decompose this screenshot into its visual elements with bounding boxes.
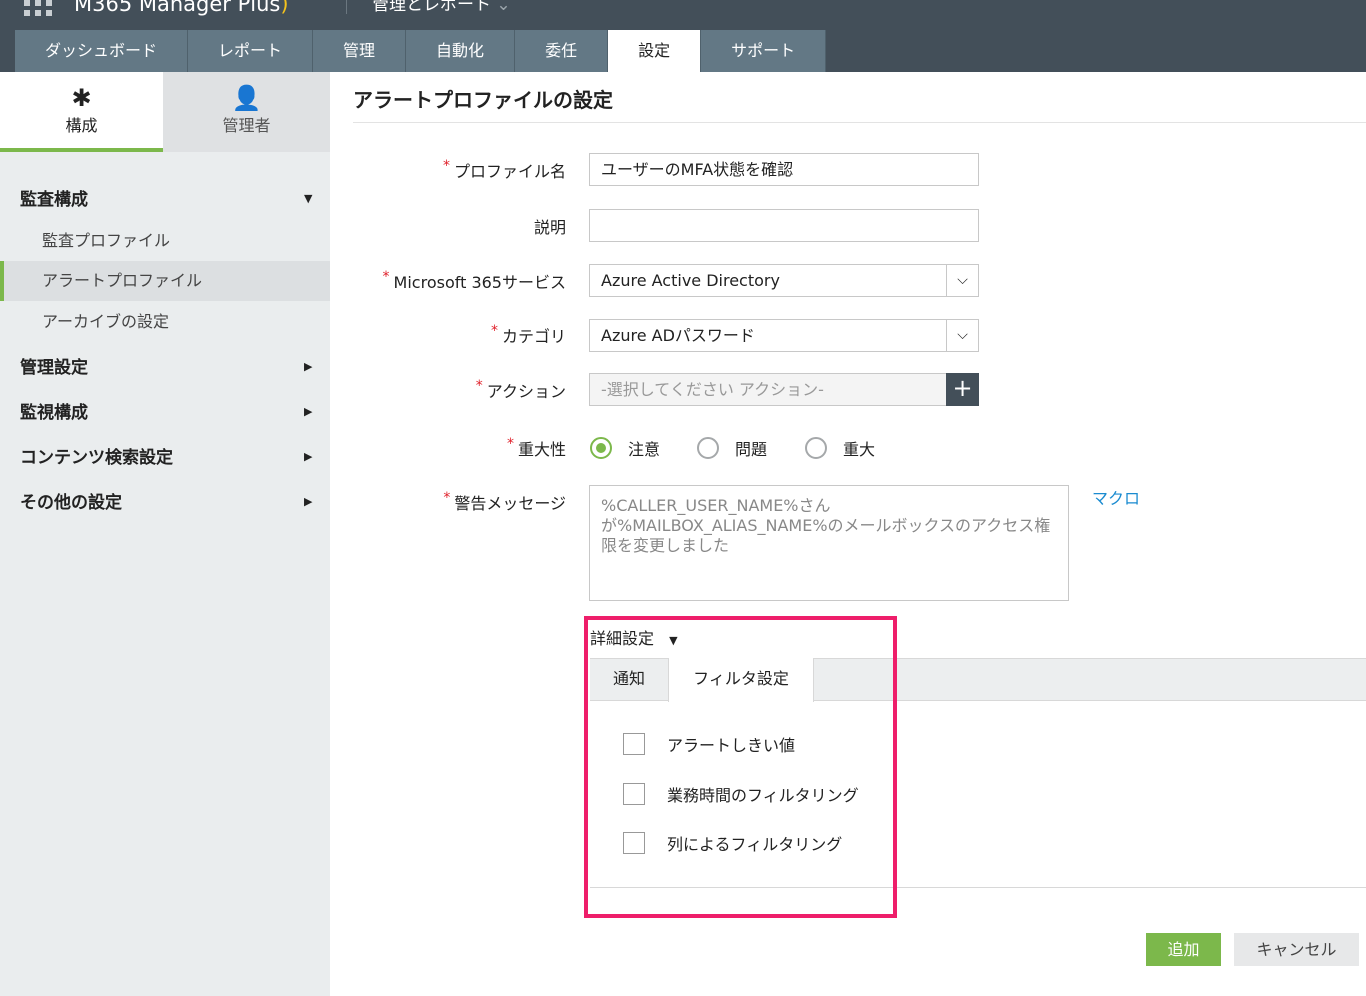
app-grid-icon[interactable] [24, 0, 52, 16]
app-logo: M365 Manager Plus) [74, 0, 289, 16]
main-nav: ダッシュボード レポート 管理 自動化 委任 設定 サポート [15, 30, 827, 72]
tab-automation[interactable]: 自動化 [406, 30, 516, 72]
caret-down-icon: ▼ [304, 192, 313, 205]
side-tab-admin[interactable]: 👤 管理者 [163, 72, 330, 152]
sidebar-group-audit[interactable]: 監査構成 [20, 185, 88, 210]
radio[interactable] [697, 437, 719, 459]
severity-radio-trouble[interactable]: 問題 [697, 436, 767, 460]
macro-link[interactable]: マクロ [1092, 485, 1140, 509]
sidebar-group-other[interactable]: その他の設定 [20, 488, 122, 513]
severity-radio-attention[interactable]: 注意 [590, 436, 660, 460]
sidebar-group-management[interactable]: 管理設定 [20, 353, 88, 378]
gear-icon: ✱ [71, 84, 92, 112]
tab-management[interactable]: 管理 [313, 30, 407, 72]
divider [346, 0, 347, 14]
sidebar-item-alert-profile[interactable]: アラートプロファイル [0, 261, 330, 301]
category-label: * カテゴリ [490, 323, 566, 346]
tab-dashboard[interactable]: ダッシュボード [15, 30, 189, 72]
radio-selected[interactable] [590, 437, 612, 459]
category-select[interactable]: Azure ADパスワード ⌵ [589, 319, 979, 352]
service-label: * Microsoft 365サービス [382, 269, 566, 292]
tab-delegation[interactable]: 委任 [515, 30, 609, 72]
tab-reports[interactable]: レポート [188, 30, 314, 72]
caret-right-icon: ▶ [304, 495, 313, 508]
side-tab-config[interactable]: ✱ 構成 [0, 72, 163, 152]
sidebar-item-archive[interactable]: アーカイブの設定 [0, 302, 330, 342]
tab-settings[interactable]: 設定 [608, 30, 702, 72]
service-select[interactable]: Azure Active Directory ⌵ [589, 264, 979, 297]
sidebar-group-monitoring[interactable]: 監視構成 [20, 398, 88, 423]
divider [353, 122, 1366, 123]
top-header: M365 Manager Plus) 管理とレポート ⌄ ダッシュボード レポー… [0, 0, 1366, 72]
sidebar-item-audit-profile[interactable]: 監査プロファイル [0, 221, 330, 261]
severity-radio-critical[interactable]: 重大 [805, 436, 875, 460]
radio[interactable] [805, 437, 827, 459]
action-label: * アクション [475, 378, 566, 401]
severity-label: * 重大性 [506, 436, 566, 459]
description-input[interactable] [589, 209, 979, 242]
cancel-button[interactable]: キャンセル [1234, 933, 1359, 966]
description-label: 説明 [533, 218, 566, 237]
add-button[interactable]: 追加 [1146, 933, 1221, 966]
message-label: * 警告メッセージ [443, 490, 566, 513]
user-icon: 👤 [231, 84, 262, 112]
profile-name-label: * プロファイル名 [442, 158, 566, 181]
message-textarea[interactable]: %CALLER_USER_NAME%さんが%MAILBOX_ALIAS_NAME… [589, 485, 1069, 601]
caret-right-icon: ▶ [304, 450, 313, 463]
sidebar-group-content-search[interactable]: コンテンツ検索設定 [20, 443, 173, 468]
tab-support[interactable]: サポート [701, 30, 827, 72]
action-select[interactable]: -選択してください アクション- + [589, 373, 979, 406]
caret-right-icon: ▶ [304, 360, 313, 373]
sidebar: ✱ 構成 👤 管理者 監査構成 ▼ 監査プロファイル アラートプロファイル アーカイ… [0, 72, 330, 996]
highlight-box [584, 616, 897, 918]
add-action-button[interactable]: + [946, 373, 979, 406]
profile-name-input[interactable]: ユーザーのMFA状態を確認 [589, 153, 979, 186]
product-menu[interactable]: 管理とレポート ⌄ [372, 0, 511, 15]
page-title: アラートプロファイルの設定 [353, 88, 613, 112]
chevron-down-icon: ⌵ [946, 320, 978, 351]
caret-right-icon: ▶ [304, 405, 313, 418]
chevron-down-icon: ⌄ [496, 0, 511, 15]
chevron-down-icon: ⌵ [946, 265, 978, 296]
